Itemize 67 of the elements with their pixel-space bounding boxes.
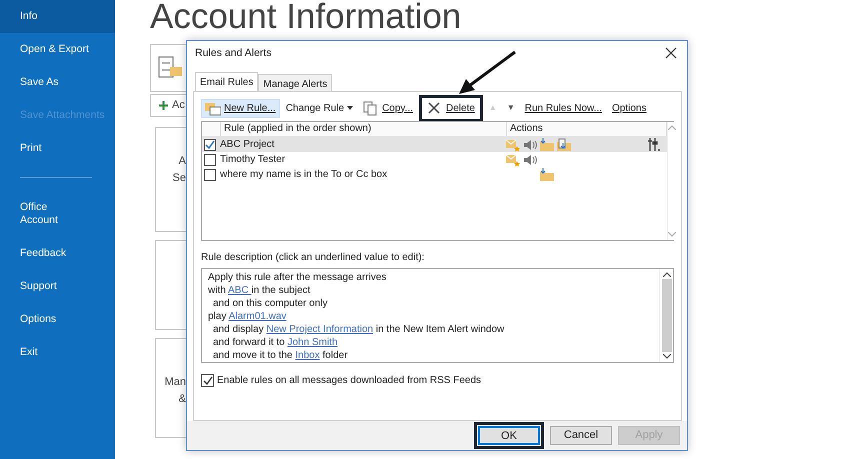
- description-line: and on this computer only: [212, 297, 329, 310]
- toolbar-button[interactable]: New Rule...: [201, 98, 280, 118]
- rule-name: ABC Project: [220, 138, 276, 152]
- close-button[interactable]: [665, 46, 679, 60]
- toolbar-button[interactable]: Change Rule: [282, 98, 358, 118]
- sidebar-item[interactable]: Exit: [0, 346, 58, 359]
- toolbar-button[interactable]: Run Rules Now...: [520, 98, 606, 118]
- rule-name: Timothy Tester: [220, 153, 286, 167]
- new-rule-icon: [205, 100, 221, 116]
- value-link[interactable]: ABC: [228, 285, 252, 296]
- speaker-icon: [523, 153, 538, 167]
- tab[interactable]: Email Rules: [195, 72, 258, 91]
- copy-icon: [363, 100, 380, 116]
- toolbar-button[interactable]: ▼: [502, 100, 519, 116]
- toolbar-button[interactable]: Copy...: [359, 98, 417, 118]
- rule-row[interactable]: Timothy Tester: [202, 152, 667, 167]
- folder-arrow-icon: [540, 168, 555, 182]
- sidebar-item[interactable]: Options: [0, 313, 76, 326]
- sidebar-item[interactable]: Office Account: [0, 200, 78, 226]
- dialog-button[interactable]: OK: [478, 426, 540, 445]
- folder-arrow-icon: [540, 138, 555, 152]
- dialog-button[interactable]: Cancel: [550, 426, 612, 445]
- plus-icon: [159, 101, 168, 110]
- sidebar-item[interactable]: Print: [0, 142, 62, 155]
- description-line: Apply this rule after the message arrives: [208, 271, 388, 284]
- column-header: Rule (applied in the order shown): [221, 122, 507, 136]
- sidebar-item[interactable]: Info: [0, 0, 115, 33]
- scrollbar-thumb[interactable]: [662, 279, 672, 352]
- checkbox[interactable]: [204, 168, 216, 180]
- description-label: Rule description (click an underlined value to edit):: [201, 251, 426, 265]
- rule-name: where my name is in the To or Cc box: [220, 168, 388, 182]
- scroll-down-icon: [668, 232, 676, 237]
- card-label: A: [178, 154, 186, 169]
- rule-row[interactable]: ABC Project: [202, 137, 667, 152]
- description-line: and display New Project Information in the New Item Alert window: [212, 323, 506, 336]
- description-line: and forward it to John Smith: [212, 336, 339, 349]
- speaker-icon: [523, 138, 538, 152]
- value-link[interactable]: Inbox: [295, 350, 320, 361]
- scroll-down-icon: [662, 354, 670, 359]
- page-title: Account Information: [150, 0, 462, 37]
- alert-envelope-icon: [506, 138, 521, 152]
- tab[interactable]: Manage Alerts: [258, 74, 332, 91]
- sidebar-item[interactable]: Support: [0, 280, 77, 293]
- sidebar-item[interactable]: Feedback: [0, 247, 86, 260]
- value-link[interactable]: New Project Information: [266, 324, 374, 335]
- caret-icon: [347, 106, 354, 110]
- scroll-up-icon: [662, 272, 670, 277]
- description-line: with ABC in the subject: [208, 284, 312, 297]
- card-label: Man: [164, 375, 186, 390]
- sidebar-item[interactable]: Open & Export: [0, 43, 109, 56]
- description-line: and move it to the Inbox folder: [212, 349, 349, 362]
- checkbox[interactable]: [204, 154, 216, 166]
- dialog-title: Rules and Alerts: [195, 46, 272, 61]
- scroll-up-icon: [668, 125, 676, 130]
- card-label: Se: [172, 170, 186, 186]
- toolbar-button[interactable]: Delete: [423, 98, 479, 118]
- checkbox-label: Enable rules on all messages downloaded from RSS Feeds: [217, 374, 482, 388]
- checkbox[interactable]: [201, 374, 214, 387]
- card-label: &: [178, 392, 186, 406]
- sidebar-item[interactable]: Save As: [0, 76, 79, 89]
- description-line: play Alarm01.wav: [208, 310, 288, 323]
- toolbar-button[interactable]: Options: [608, 98, 650, 118]
- value-link[interactable]: Alarm01.wav: [228, 311, 286, 322]
- rule-row[interactable]: where my name is in the To or Cc box: [202, 167, 667, 182]
- value-link[interactable]: John Smith: [287, 337, 338, 348]
- checkbox[interactable]: [204, 138, 216, 150]
- alert-envelope-icon: [506, 153, 521, 167]
